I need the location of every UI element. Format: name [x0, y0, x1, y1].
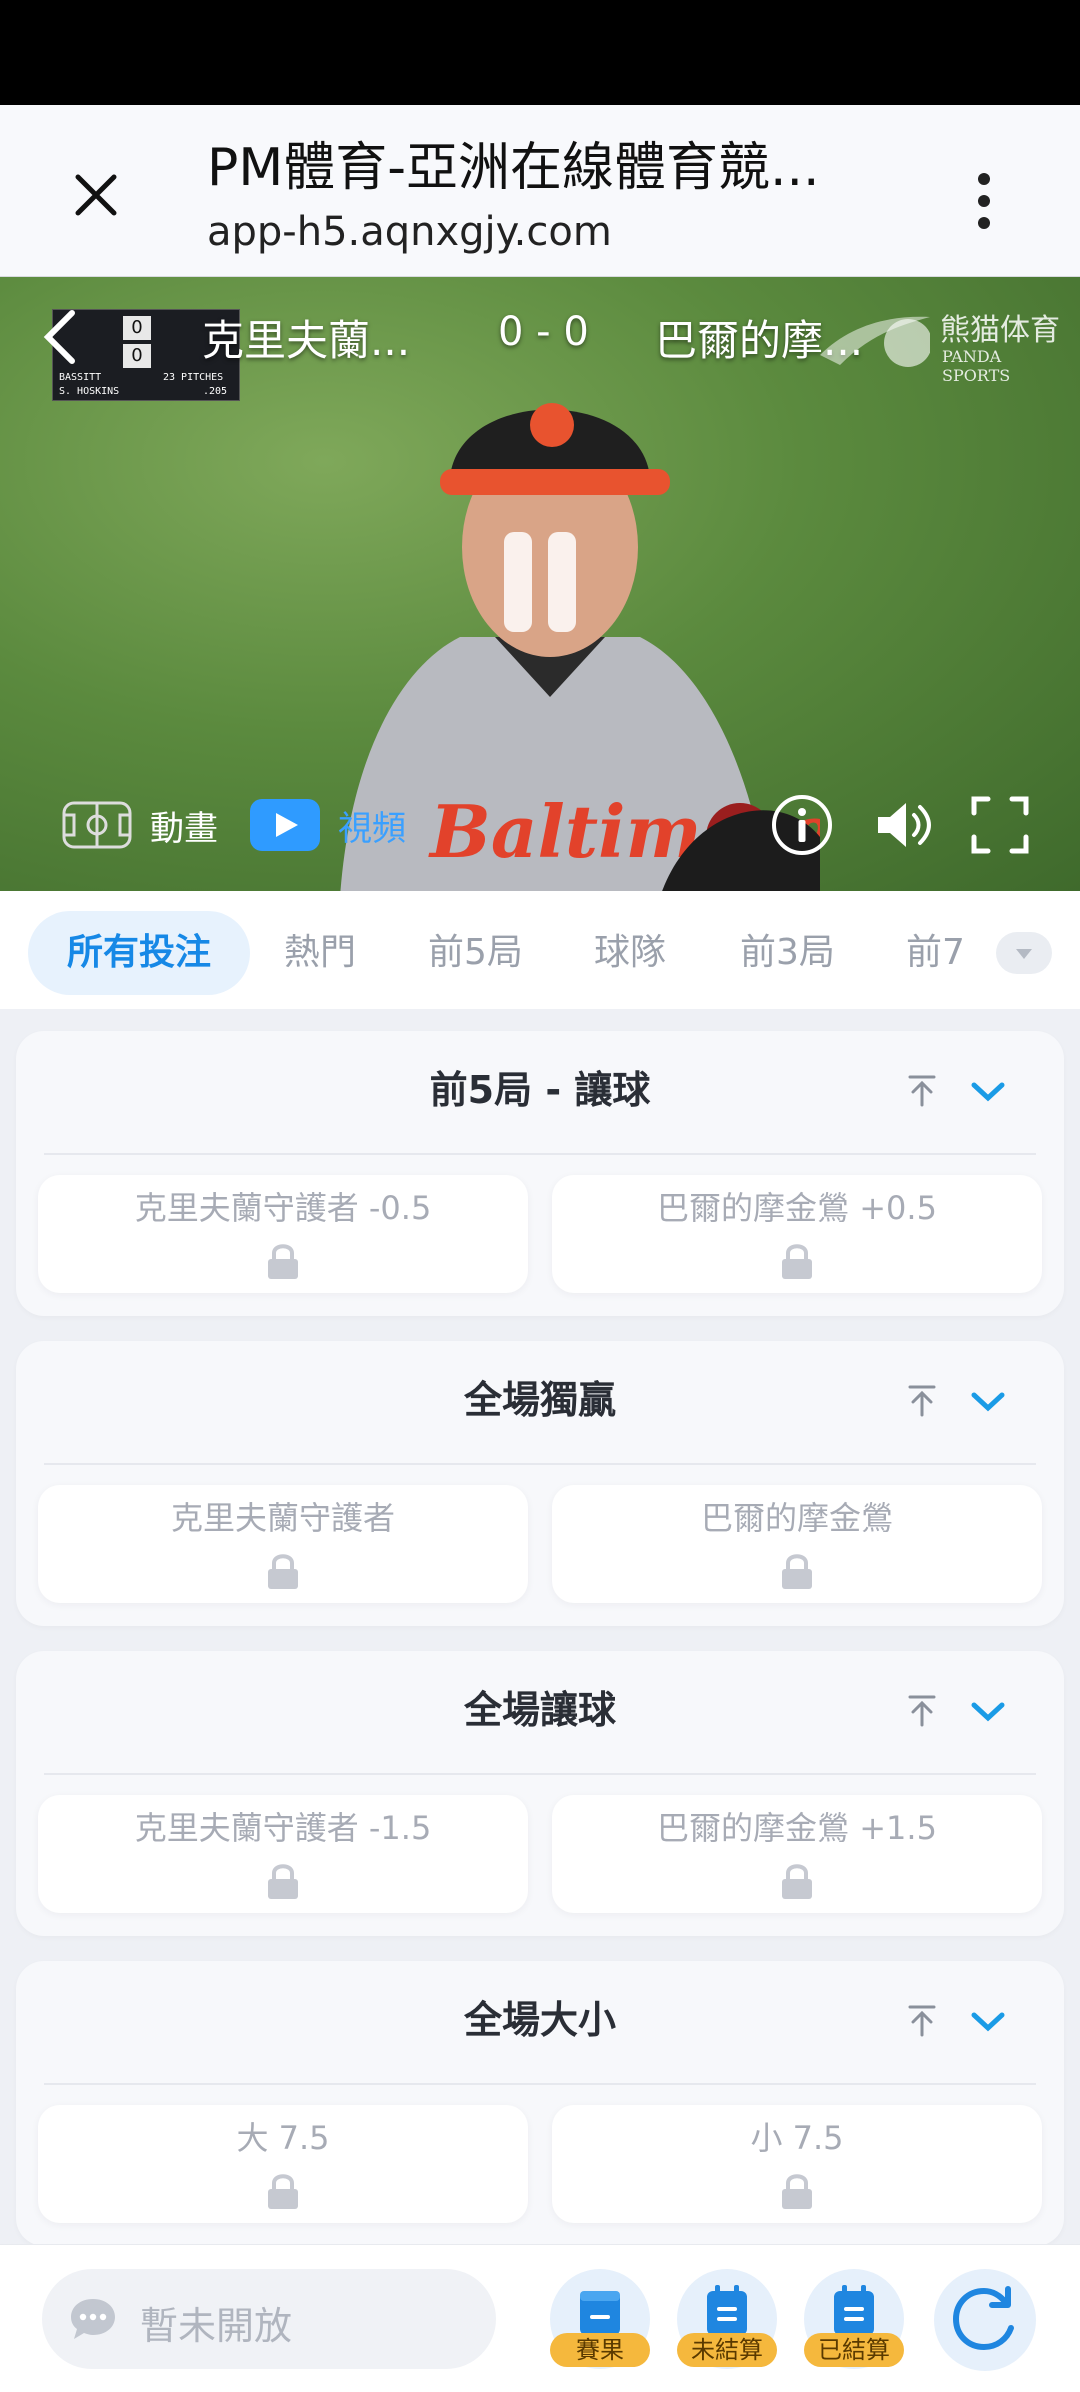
refresh-icon	[952, 2286, 1014, 2351]
panda-logo-icon	[820, 316, 930, 367]
lock-icon	[268, 1244, 298, 1279]
refresh-button[interactable]	[934, 2269, 1036, 2371]
tab-first-3-innings[interactable]: 前3局	[740, 911, 835, 995]
unsettled-icon	[707, 2285, 747, 2335]
unsettled-button[interactable]: 未結算	[677, 2269, 777, 2369]
tabs-expand-button[interactable]	[996, 932, 1052, 974]
lock-icon	[268, 1554, 298, 1589]
home-team-name: 克里夫蘭...	[202, 316, 411, 365]
pause-button[interactable]	[500, 532, 580, 642]
lock-icon	[782, 1244, 812, 1279]
back-button[interactable]	[38, 307, 86, 367]
status-bar	[0, 0, 1080, 105]
divider	[44, 2083, 1036, 2085]
video-toggle[interactable]: 視頻	[338, 801, 406, 850]
more-menu-button[interactable]	[960, 153, 1008, 249]
video-play-icon[interactable]	[250, 799, 320, 851]
tab-hot[interactable]: 熱門	[284, 911, 356, 995]
tab-first-7[interactable]: 前7	[906, 911, 965, 995]
pin-top-icon[interactable]	[902, 1071, 942, 1111]
bet-option[interactable]: 小 7.5	[552, 2105, 1042, 2223]
chevron-down-icon[interactable]	[966, 1691, 1010, 1731]
lock-icon	[782, 2174, 812, 2209]
chevron-down-icon[interactable]	[966, 1381, 1010, 1421]
lock-icon	[268, 2174, 298, 2209]
tab-all-bets[interactable]: 所有投注	[28, 911, 250, 995]
tab-team[interactable]: 球隊	[594, 911, 666, 995]
bet-option[interactable]: 巴爾的摩金鶯 +0.5	[552, 1175, 1042, 1293]
page-title: PM體育-亞洲在線體育競...	[207, 138, 820, 198]
chevron-down-icon[interactable]	[966, 2001, 1010, 2041]
browser-header: PM體育-亞洲在線體育競... app-h5.aqnxgjy.com	[0, 105, 1080, 277]
lock-icon	[268, 1864, 298, 1899]
settled-button[interactable]: 已結算	[804, 2269, 904, 2369]
market-card: 前5局 - 讓球 克里夫蘭守護者 -0.5 巴爾的摩金鶯 +0.5	[16, 1031, 1064, 1316]
pause-icon	[504, 532, 532, 632]
chat-bubble-icon	[71, 2299, 115, 2339]
divider	[44, 1153, 1036, 1155]
video-player[interactable]: Baltimore 0 0 BASSITT 23 PITCHES S. HOSK…	[0, 277, 1080, 891]
bottom-bar: 暫未開放 賽果 未結算 已結算	[0, 2244, 1080, 2392]
market-card: 全場讓球 克里夫蘭守護者 -1.5 巴爾的摩金鶯 +1.5	[16, 1651, 1064, 1936]
info-icon[interactable]	[770, 793, 834, 857]
pin-top-icon[interactable]	[902, 2001, 942, 2041]
chat-input[interactable]: 暫未開放	[42, 2269, 496, 2369]
settled-icon	[834, 2285, 874, 2335]
volume-icon[interactable]	[870, 793, 934, 857]
close-button[interactable]	[60, 159, 132, 231]
match-score: 0 - 0	[498, 309, 589, 355]
market-card: 全場大小 大 7.5 小 7.5	[16, 1961, 1064, 2246]
bet-option[interactable]: 克里夫蘭守護者	[38, 1485, 528, 1603]
fullscreen-icon[interactable]	[968, 793, 1032, 857]
chevron-down-icon[interactable]	[966, 1071, 1010, 1111]
lock-icon	[782, 1864, 812, 1899]
caret-down-icon	[1016, 949, 1032, 959]
panda-sports-watermark: 熊猫体育 PANDA SPORTS	[820, 305, 1070, 385]
page-url: app-h5.aqnxgjy.com	[207, 209, 612, 255]
field-animation-icon[interactable]	[62, 801, 132, 849]
bet-option[interactable]: 巴爾的摩金鶯 +1.5	[552, 1795, 1042, 1913]
tab-first-5-innings[interactable]: 前5局	[428, 911, 523, 995]
market-tabs: 所有投注 熱門 前5局 球隊 前3局 前7	[0, 891, 1080, 1009]
pin-top-icon[interactable]	[902, 1381, 942, 1421]
more-vertical-icon	[978, 173, 990, 185]
animation-toggle[interactable]: 動畫	[150, 801, 218, 850]
market-card: 全場獨贏 克里夫蘭守護者 巴爾的摩金鶯	[16, 1341, 1064, 1626]
divider	[44, 1463, 1036, 1465]
divider	[44, 1773, 1036, 1775]
bet-option[interactable]: 克里夫蘭守護者 -1.5	[38, 1795, 528, 1913]
chevron-left-icon	[43, 310, 75, 364]
bet-option[interactable]: 克里夫蘭守護者 -0.5	[38, 1175, 528, 1293]
close-icon	[75, 174, 117, 216]
results-icon	[580, 2291, 620, 2335]
lock-icon	[782, 1554, 812, 1589]
pin-top-icon[interactable]	[902, 1691, 942, 1731]
results-button[interactable]: 賽果	[550, 2269, 650, 2369]
chat-placeholder: 暫未開放	[140, 2304, 293, 2348]
bet-option[interactable]: 巴爾的摩金鶯	[552, 1485, 1042, 1603]
bet-option[interactable]: 大 7.5	[38, 2105, 528, 2223]
